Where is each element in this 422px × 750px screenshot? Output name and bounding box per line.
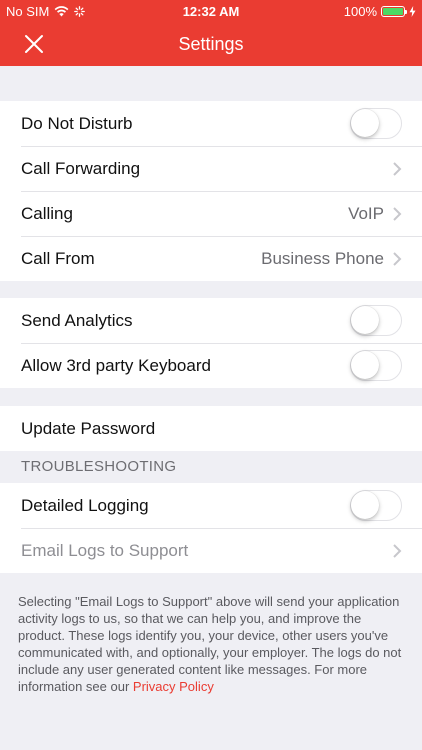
chevron-right-icon [393,251,402,266]
third-party-keyboard-row: Allow 3rd party Keyboard [0,343,422,388]
chevron-right-icon [393,206,402,221]
detailed-logging-toggle[interactable] [350,490,402,521]
send-analytics-toggle[interactable] [350,305,402,336]
do-not-disturb-label: Do Not Disturb [21,113,133,133]
toggle-knob [351,351,379,379]
charging-bolt-icon [409,6,416,17]
status-bar: No SIM 12:32 AM 100% [0,0,422,22]
call-forwarding-row[interactable]: Call Forwarding [0,146,422,191]
calling-row[interactable]: Calling VoIP [0,191,422,236]
logging-disclaimer: Selecting "Email Logs to Support" above … [18,593,406,695]
battery-icon [381,6,407,17]
privacy-settings-group: Send Analytics Allow 3rd party Keyboard [0,298,422,388]
navigation-bar: Settings [0,22,422,66]
troubleshooting-group: Detailed Logging Email Logs to Support [0,483,422,573]
do-not-disturb-toggle[interactable] [350,108,402,139]
detailed-logging-row: Detailed Logging [0,483,422,528]
third-party-keyboard-label: Allow 3rd party Keyboard [21,355,211,375]
account-settings-group: Update Password [0,406,422,451]
detailed-logging-label: Detailed Logging [21,495,149,515]
email-logs-row[interactable]: Email Logs to Support [0,528,422,573]
toggle-knob [351,109,379,137]
troubleshooting-header: TROUBLESHOOTING [21,458,177,475]
send-analytics-label: Send Analytics [21,310,133,330]
battery-percent: 100% [343,4,377,19]
email-logs-label: Email Logs to Support [21,540,189,560]
chevron-right-icon [393,543,402,558]
do-not-disturb-row: Do Not Disturb [0,101,422,146]
call-forwarding-label: Call Forwarding [21,158,141,178]
call-from-label: Call From [21,248,95,268]
calling-value: VoIP [348,203,384,223]
chevron-right-icon [393,161,402,176]
send-analytics-row: Send Analytics [0,298,422,343]
third-party-keyboard-toggle[interactable] [350,350,402,381]
update-password-row[interactable]: Update Password [0,406,422,451]
toggle-knob [351,491,379,519]
call-settings-group: Do Not Disturb Call Forwarding Calling V… [0,101,422,281]
call-from-row[interactable]: Call From Business Phone [0,236,422,281]
update-password-label: Update Password [21,418,156,438]
page-title: Settings [178,34,244,54]
toggle-knob [351,306,379,334]
privacy-policy-link[interactable]: Privacy Policy [133,679,214,694]
call-from-value: Business Phone [261,248,384,268]
status-right: 100% [344,4,416,19]
calling-label: Calling [21,203,73,223]
